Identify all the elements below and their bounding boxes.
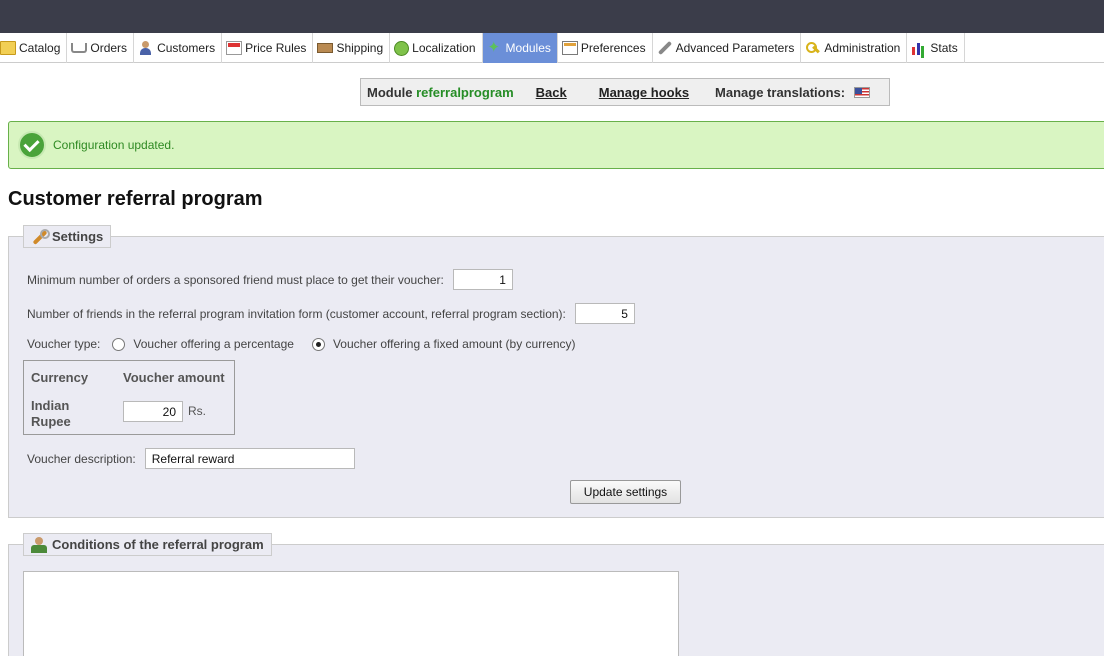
page-title: Customer referral program <box>8 188 263 210</box>
tab-catalog[interactable]: Catalog <box>0 33 68 63</box>
back-link[interactable]: Back <box>536 85 567 100</box>
tab-price-rules[interactable]: Price Rules <box>222 33 314 63</box>
price-rules-icon <box>226 41 243 55</box>
modules-icon <box>487 38 503 56</box>
voucher-fixed-radio[interactable] <box>311 337 325 351</box>
voucher-type-label: Voucher type: <box>27 337 101 351</box>
main-nav-tabs: Catalog Orders Customers Price Rules Shi… <box>0 33 1104 63</box>
tab-orders[interactable]: Orders <box>67 33 135 63</box>
voucher-type-row: Voucher type: Voucher offering a percent… <box>27 337 576 351</box>
update-settings-button[interactable]: Update settings <box>570 480 681 504</box>
orders-icon <box>71 43 88 53</box>
tab-label: Catalog <box>19 41 61 55</box>
tab-modules[interactable]: Modules <box>482 33 558 63</box>
advanced-parameters-icon <box>657 41 673 55</box>
tab-preferences[interactable]: Preferences <box>558 33 653 63</box>
success-message: Configuration updated. <box>53 138 175 152</box>
module-prefix: Module <box>367 84 413 100</box>
settings-legend-label: Settings <box>52 229 104 244</box>
friends-count-label: Number of friends in the referral progra… <box>27 306 566 321</box>
tab-label: Administration <box>824 41 901 55</box>
manage-hooks-link[interactable]: Manage hooks <box>599 85 689 100</box>
currency-header: Currency <box>31 370 89 385</box>
administration-icon <box>805 41 821 55</box>
tab-advanced-parameters[interactable]: Advanced Parameters <box>653 33 802 63</box>
voucher-description-row: Voucher description: <box>27 448 355 469</box>
tab-shipping[interactable]: Shipping <box>313 33 391 63</box>
conditions-editor[interactable] <box>23 571 679 656</box>
manage-translations-label: Manage translations: <box>715 84 846 100</box>
voucher-percentage-label[interactable]: Voucher offering a percentage <box>133 337 294 351</box>
voucher-amount-header: Voucher amount <box>123 370 225 385</box>
settings-legend: Settings <box>23 225 112 248</box>
voucher-amount-input[interactable] <box>123 401 183 422</box>
voucher-fixed-label[interactable]: Voucher offering a fixed amount (by curr… <box>333 337 576 351</box>
tab-label: Preferences <box>580 41 646 55</box>
tab-label: Orders <box>90 41 128 55</box>
voucher-description-label: Voucher description: <box>27 451 136 466</box>
catalog-icon <box>0 41 16 55</box>
conditions-legend-label: Conditions of the referral program <box>52 537 264 552</box>
currency-symbol: Rs. <box>188 404 206 418</box>
tab-label: Localization <box>412 41 476 55</box>
shipping-icon <box>317 43 334 53</box>
tab-label: Price Rules <box>245 41 307 55</box>
tab-administration[interactable]: Administration <box>801 33 908 63</box>
us-flag-icon[interactable] <box>854 86 871 98</box>
module-title: Module referralprogram <box>367 85 514 100</box>
tab-label: Shipping <box>336 41 384 55</box>
customers-icon <box>138 41 154 55</box>
localization-icon <box>394 40 410 56</box>
tab-localization[interactable]: Localization <box>390 33 483 63</box>
wrench-icon <box>31 228 50 245</box>
tab-label: Modules <box>505 41 551 55</box>
settings-fieldset: Settings Minimum number of orders a spon… <box>8 225 1104 518</box>
friends-count-row: Number of friends in the referral progra… <box>27 303 635 324</box>
tab-label: Customers <box>157 41 216 55</box>
min-orders-label: Minimum number of orders a sponsored fri… <box>27 272 444 287</box>
tab-label: Advanced Parameters <box>675 41 795 55</box>
top-header-bar <box>0 0 1104 33</box>
preferences-icon <box>561 41 578 55</box>
tab-stats[interactable]: Stats <box>907 33 965 63</box>
friends-count-input[interactable] <box>574 303 635 324</box>
success-alert: Configuration updated. <box>8 121 1104 169</box>
module-toolbar: Module referralprogram Back Manage hooks… <box>360 78 890 106</box>
module-name: referralprogram <box>416 84 514 100</box>
currency-amount-table: Currency Voucher amount Indian Rupee Rs. <box>23 360 235 435</box>
voucher-percentage-radio[interactable] <box>112 337 126 351</box>
min-orders-input[interactable] <box>452 269 513 290</box>
min-orders-row: Minimum number of orders a sponsored fri… <box>27 269 513 290</box>
conditions-legend: Conditions of the referral program <box>23 533 272 556</box>
conditions-icon <box>31 536 47 553</box>
conditions-fieldset: Conditions of the referral program <box>8 533 1104 656</box>
tab-label: Stats <box>930 41 958 55</box>
checkmark-icon <box>18 131 46 159</box>
voucher-description-input[interactable] <box>144 448 355 469</box>
currency-name: Indian Rupee <box>31 398 71 429</box>
tab-customers[interactable]: Customers <box>134 33 223 63</box>
stats-icon <box>911 41 927 55</box>
